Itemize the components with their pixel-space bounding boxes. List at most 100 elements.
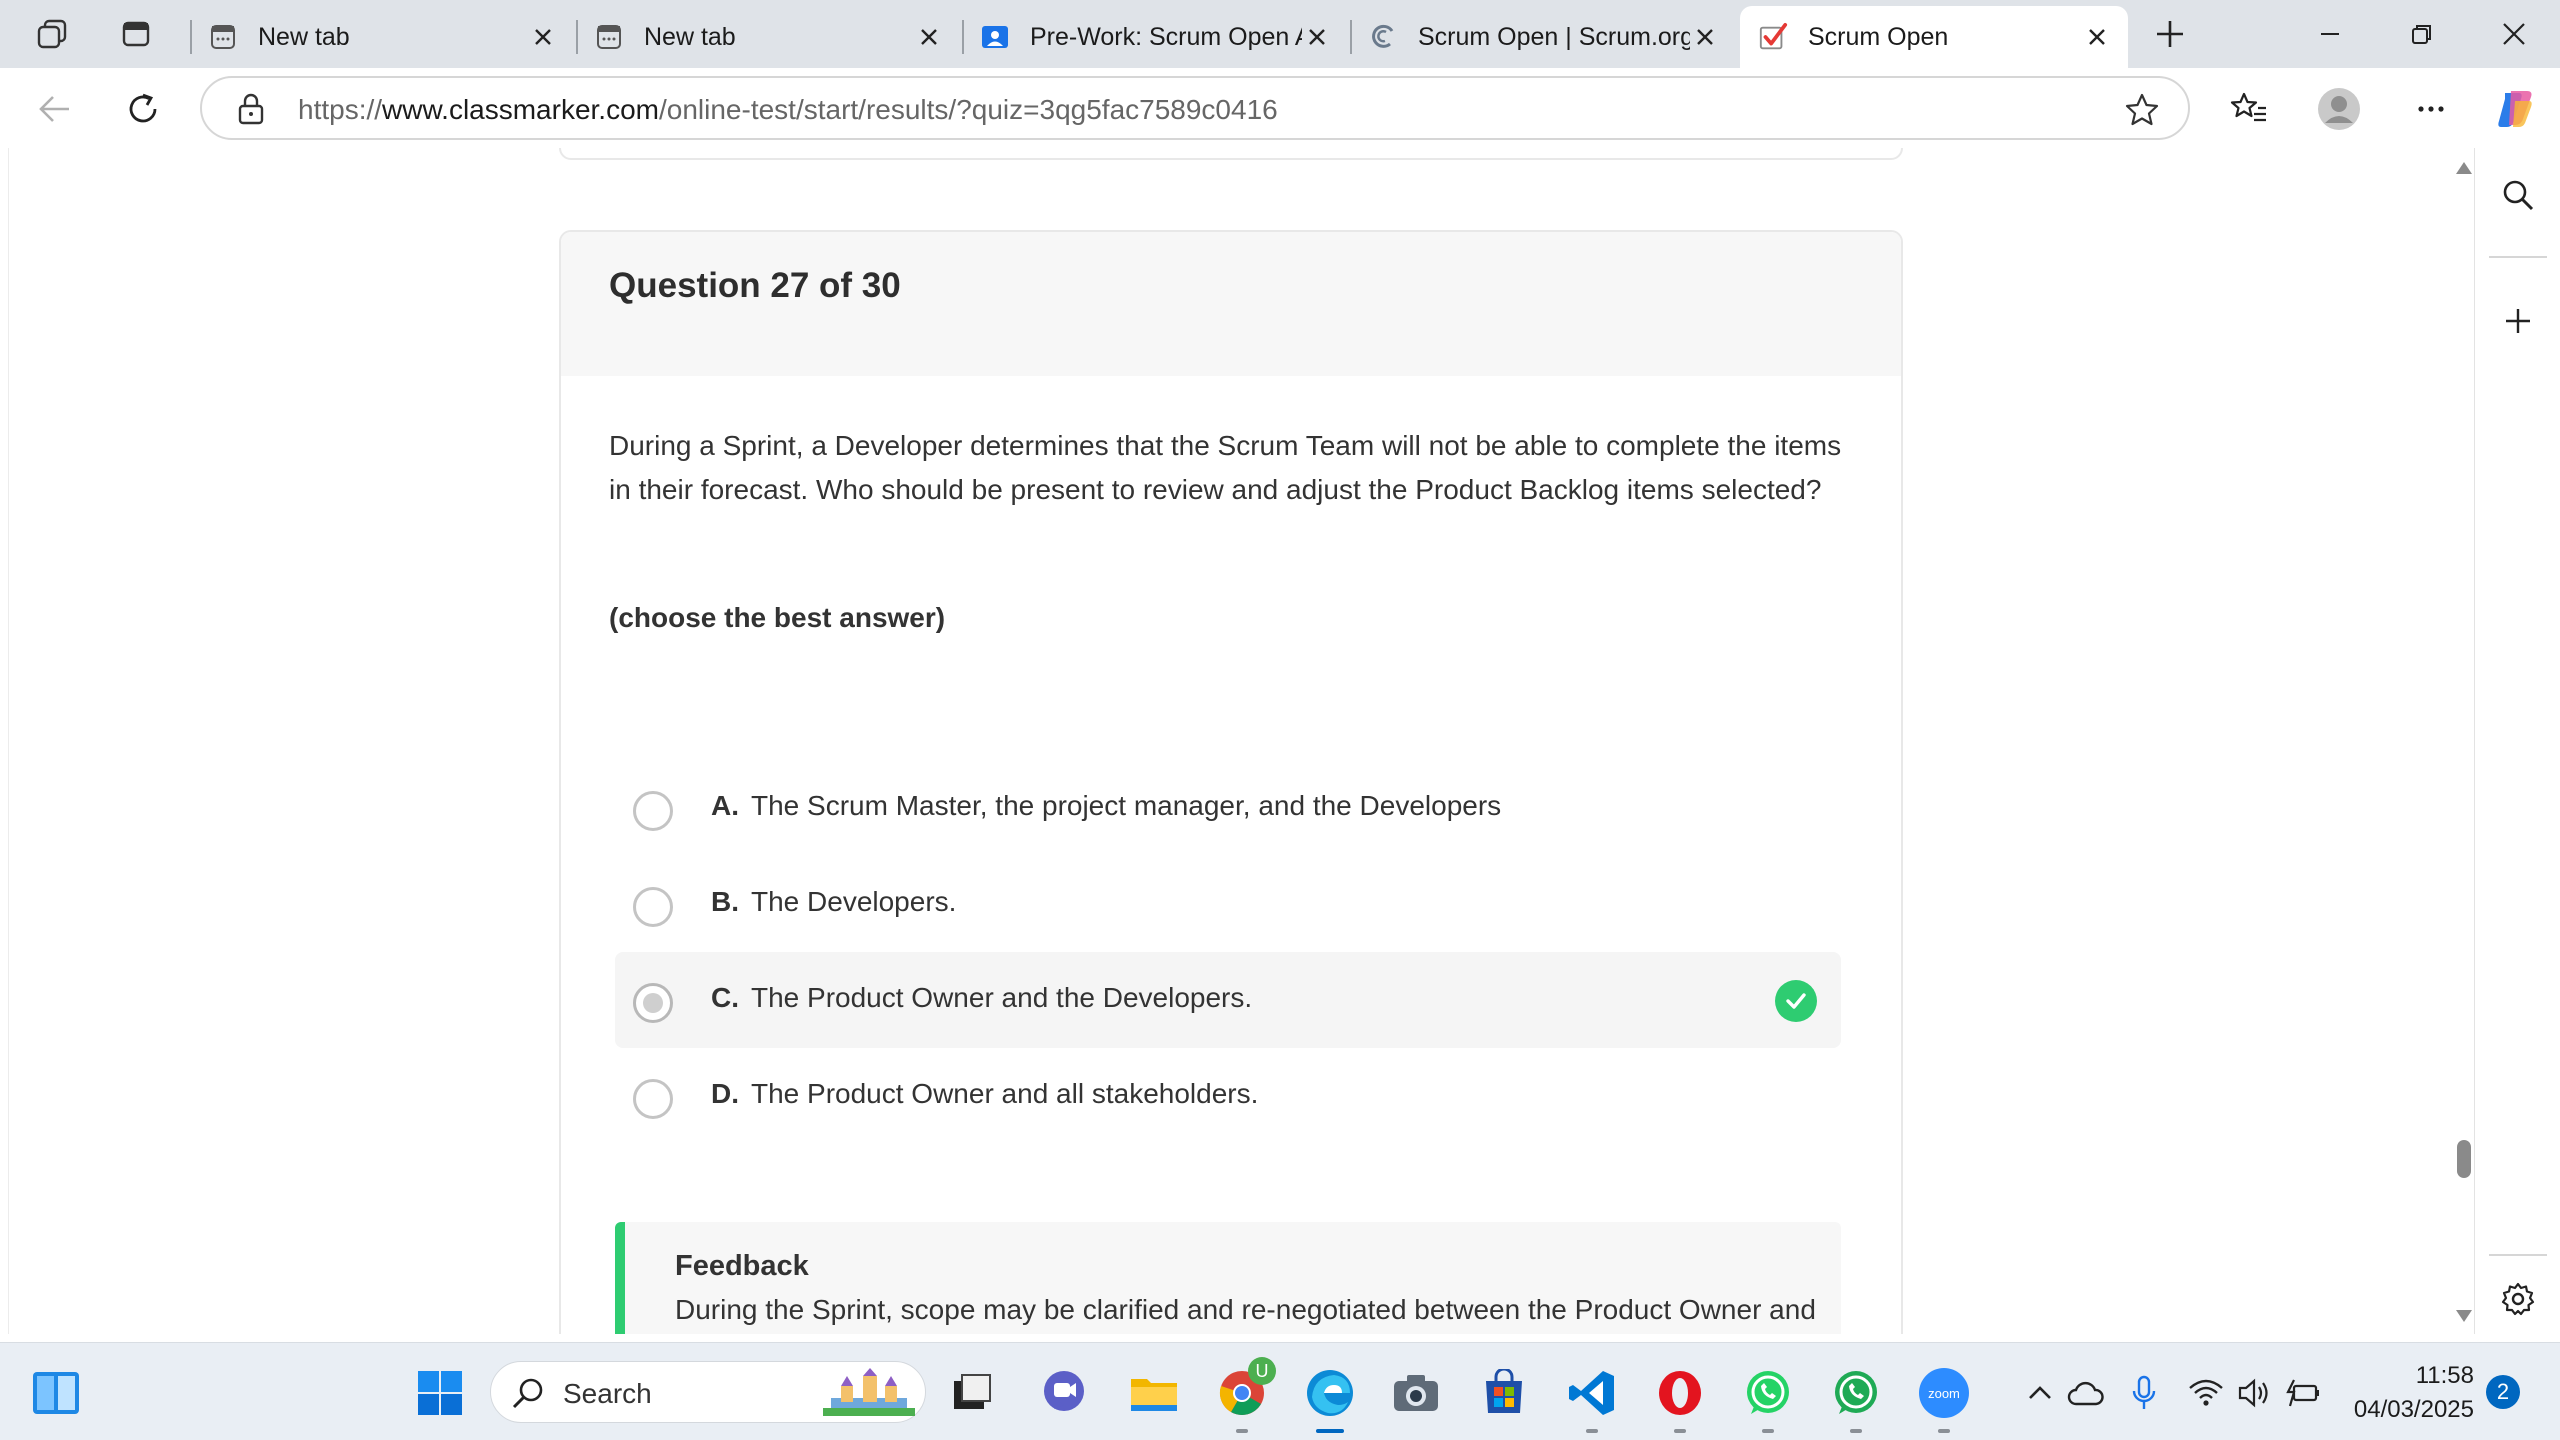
tab-new-tab-2[interactable]: New tab [576,6,960,68]
answer-option-a[interactable]: A. The Scrum Master, the project manager… [615,760,1841,856]
tab-scrum-org[interactable]: Scrum Open | Scrum.org [1350,6,1736,68]
sidebar-divider [2489,1254,2547,1256]
favorite-star-icon[interactable] [2124,92,2160,133]
running-indicator [1938,1429,1950,1433]
answer-option-c[interactable]: C. The Product Owner and the Developers. [615,952,1841,1048]
answer-option-d[interactable]: D. The Product Owner and all stakeholder… [615,1048,1841,1144]
radio-button[interactable] [633,1079,673,1119]
question-text: During a Sprint, a Developer determines … [609,430,1842,505]
close-icon[interactable] [914,22,944,52]
running-indicator [1236,1429,1248,1433]
vscode-icon [1569,1371,1614,1415]
opera-icon [1659,1371,1701,1415]
tab-scrum-open[interactable]: Scrum Open [1740,6,2128,68]
restore-button[interactable] [2376,0,2468,68]
taskbar-search-box[interactable]: Search [490,1361,926,1423]
scrum-org-icon [1368,22,1398,52]
site-info-icon[interactable] [236,92,266,131]
refresh-button[interactable] [118,84,168,134]
zoom-icon: zoom [1919,1368,1969,1418]
folder-icon [1131,1379,1177,1411]
close-window-button[interactable] [2468,0,2560,68]
feedback-title: Feedback [675,1250,809,1282]
radio-button[interactable] [633,887,673,927]
settings-more-button[interactable] [2406,84,2456,134]
url-scheme: https:// [298,94,383,125]
onedrive-tray[interactable] [2066,1373,2106,1413]
show-hidden-icons-button[interactable] [2020,1373,2060,1413]
battery-charging-icon [2286,1379,2319,1407]
answer-text: The Scrum Master, the project manager, a… [751,790,1502,821]
back-button[interactable] [30,84,80,134]
tab-strip: New tab New tab Pre-Work: Scrum Open A S… [0,0,2560,68]
copilot-icon [2498,91,2532,127]
tab-pre-work[interactable]: Pre-Work: Scrum Open A [962,6,1348,68]
answer-letter: D. [711,1078,739,1109]
taskbar-edge[interactable] [1302,1365,1358,1433]
taskbar-whatsapp-business[interactable] [1828,1365,1884,1433]
classmarker-check-icon [1758,22,1788,52]
favorites-button[interactable] [2224,84,2274,134]
sidebar-search-button[interactable] [2493,170,2543,220]
taskbar-whatsapp[interactable] [1740,1365,1796,1433]
clock-date: 04/03/2025 [2353,1396,2474,1423]
correct-check-icon [1775,980,1817,1022]
volume-tray[interactable] [2234,1373,2274,1413]
taskbar-store[interactable] [1476,1365,1532,1421]
page-scrollbar[interactable] [2453,148,2474,1334]
question-hint: (choose the best answer) [609,602,946,633]
close-icon[interactable] [1690,22,1720,52]
answer-option-b[interactable]: B. The Developers. [615,856,1841,952]
radio-button[interactable] [633,791,673,831]
close-icon[interactable] [2082,22,2112,52]
profile-button[interactable] [2314,84,2364,134]
windows-logo-icon [418,1371,462,1415]
taskbar-task-view[interactable] [944,1365,1000,1421]
tab-title: Scrum Open | Scrum.org [1418,22,1690,51]
taskbar-teams-chat[interactable] [1036,1365,1092,1421]
radio-button-selected[interactable] [633,983,673,1023]
start-button[interactable] [412,1365,468,1421]
answer-letter: A. [711,790,739,821]
whatsapp-icon [1835,1371,1877,1414]
notification-badge[interactable]: 2 [2486,1375,2520,1409]
scrollbar-thumb[interactable] [2457,1140,2471,1178]
sidebar-add-button[interactable] [2493,296,2543,346]
workspaces-icon[interactable] [32,14,72,54]
plus-icon [2157,21,2183,47]
cloud-icon [2067,1381,2104,1406]
address-bar[interactable]: https://www.classmarker.com/online-test/… [200,76,2190,140]
taskbar-opera[interactable] [1652,1365,1708,1433]
running-indicator [1850,1429,1862,1433]
tab-new-tab-1[interactable]: New tab [190,6,574,68]
minimize-button[interactable] [2284,0,2376,68]
tab-actions-icon[interactable] [116,14,156,54]
tab-title: New tab [258,22,350,51]
copilot-button[interactable] [2490,84,2540,134]
new-tab-button[interactable] [2150,14,2190,54]
battery-tray[interactable] [2284,1373,2324,1413]
sidebar-settings-button[interactable] [2493,1274,2543,1324]
taskbar-zoom[interactable]: zoom [1916,1365,1972,1433]
taskbar-vscode[interactable] [1564,1365,1620,1433]
widgets-icon [33,1372,79,1414]
url-host: www.classmarker.com [382,94,659,125]
close-icon[interactable] [528,22,558,52]
taskbar-file-explorer[interactable] [1126,1365,1182,1421]
tab-title: Pre-Work: Scrum Open A [1030,22,1302,51]
taskbar-chrome[interactable]: U [1214,1357,1276,1433]
widgets-button[interactable] [28,1365,84,1421]
edge-icon [1307,1370,1353,1416]
system-clock[interactable]: 11:58 04/03/2025 [2340,1359,2474,1427]
microphone-tray[interactable] [2124,1373,2164,1413]
wifi-tray[interactable] [2186,1373,2226,1413]
url-text[interactable]: https://www.classmarker.com/online-test/… [298,94,1278,126]
wifi-icon [2189,1379,2223,1406]
taskbar-camera[interactable] [1388,1365,1444,1421]
close-icon[interactable] [1302,22,1332,52]
scroll-up-arrow-icon[interactable] [2456,162,2472,174]
answer-letter: B. [711,886,739,917]
scroll-down-arrow-icon[interactable] [2456,1310,2472,1322]
camera-icon [1394,1375,1438,1411]
refresh-icon [129,93,157,123]
